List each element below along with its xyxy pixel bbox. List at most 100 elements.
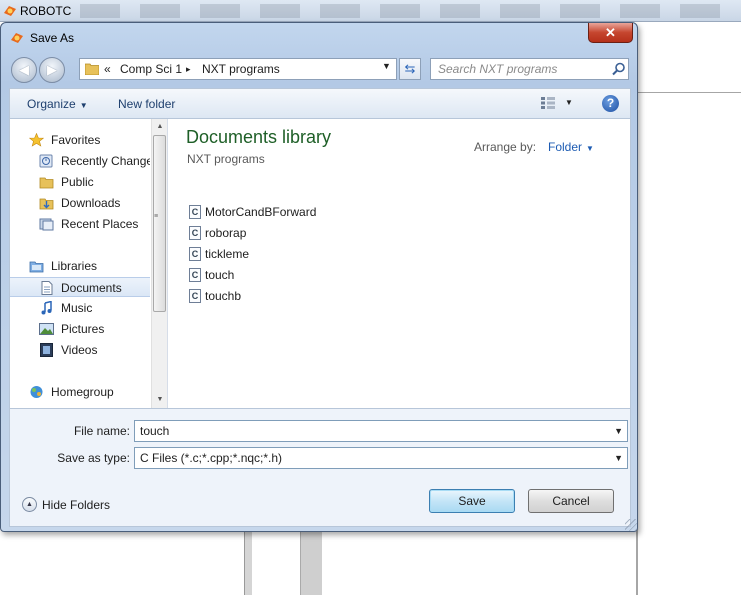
breadcrumb-nxt-programs[interactable]: NXT programs: [202, 62, 280, 76]
arrange-by-dropdown[interactable]: Folder ▼: [548, 140, 594, 154]
chevron-down-icon: ▼: [79, 101, 88, 110]
address-bar[interactable]: « Comp Sci 1 ▸ NXT programs ▼: [79, 58, 397, 80]
c-file-icon: C: [189, 205, 201, 219]
nav-item-favorites[interactable]: Favorites: [10, 130, 150, 150]
grip-icon: ≡: [154, 213, 159, 220]
recent-icon: [39, 154, 53, 168]
nav-item-homegroup[interactable]: Homegroup: [10, 382, 150, 402]
close-icon: ✕: [605, 25, 616, 40]
arrange-by-value: Folder: [548, 140, 583, 154]
save-type-label: Save as type:: [57, 451, 130, 465]
file-item-tickleme[interactable]: C tickleme: [189, 245, 389, 263]
nav-scrollbar[interactable]: ▲ ≡ ▼: [151, 119, 167, 408]
file-list-pane: Documents library NXT programs Arrange b…: [169, 119, 630, 408]
new-folder-button[interactable]: New folder: [118, 97, 175, 111]
nav-item-documents[interactable]: Documents: [10, 277, 150, 297]
scroll-down-icon[interactable]: ▼: [152, 392, 168, 408]
nav-label: Music: [61, 301, 93, 315]
file-name: touch: [205, 268, 235, 282]
app-titlebar-ghost: [80, 4, 720, 18]
nav-label: Libraries: [51, 259, 98, 273]
app-titlebar: ROBOTC: [0, 0, 741, 22]
save-button[interactable]: Save: [429, 489, 515, 513]
scroll-up-icon[interactable]: ▲: [152, 119, 168, 135]
app-scrollbar[interactable]: [300, 528, 322, 595]
nav-label: Public: [61, 175, 94, 189]
navigation-pane: Favorites Recently Changed Public Downlo…: [10, 119, 168, 408]
nav-item-public[interactable]: Public: [10, 172, 150, 192]
view-options-dropdown-icon[interactable]: ▼: [565, 98, 573, 107]
c-file-icon: C: [189, 226, 201, 240]
app-bottom-area: [0, 528, 244, 595]
file-item-touch[interactable]: C touch: [189, 266, 389, 284]
star-icon: [29, 133, 44, 147]
breadcrumb-comp-sci-1[interactable]: Comp Sci 1: [120, 62, 182, 76]
arrow-right-icon: ▶: [47, 62, 57, 77]
search-icon[interactable]: [612, 62, 626, 76]
breadcrumb-separator-icon[interactable]: ▸: [186, 64, 191, 75]
change-view-icon[interactable]: [540, 96, 556, 110]
save-type-select[interactable]: C Files (*.c;*.cpp;*.nqc;*.h) ▼: [134, 447, 628, 469]
nav-label: Downloads: [61, 196, 121, 210]
documents-icon: [41, 281, 53, 295]
breadcrumb-overflow[interactable]: «: [104, 62, 111, 76]
arrow-left-icon: ◀: [19, 62, 29, 77]
music-icon: [41, 301, 52, 315]
refresh-button[interactable]: ⇆: [399, 58, 421, 80]
folder-icon: [85, 63, 99, 75]
forward-button[interactable]: ▶: [39, 57, 65, 83]
nav-label: Favorites: [51, 133, 101, 147]
nav-item-pictures[interactable]: Pictures: [10, 319, 150, 339]
file-name: roborap: [205, 226, 247, 240]
save-as-dialog: Save As ✕ ◀ ▶ « Comp Sci 1 ▸ NXT program…: [0, 22, 638, 532]
nav-item-recent-places[interactable]: Recent Places: [10, 214, 150, 234]
address-dropdown-icon[interactable]: ▼: [382, 61, 391, 71]
nav-label: Videos: [61, 343, 98, 357]
nav-label: Homegroup: [51, 385, 114, 399]
nav-item-libraries[interactable]: Libraries: [10, 256, 150, 276]
videos-icon: [40, 343, 53, 357]
file-item-roborap[interactable]: C roborap: [189, 224, 389, 242]
nav-item-recently-changed[interactable]: Recently Changed: [10, 151, 150, 171]
folder-icon: [39, 177, 54, 189]
c-file-icon: C: [189, 289, 201, 303]
c-file-icon: C: [189, 247, 201, 261]
close-button[interactable]: ✕: [588, 23, 633, 43]
resize-grip[interactable]: [625, 519, 637, 531]
c-file-icon: C: [189, 268, 201, 282]
chevron-down-icon: ▼: [586, 144, 594, 153]
save-type-value: C Files (*.c;*.cpp;*.nqc;*.h): [140, 451, 283, 465]
app-splitter[interactable]: [244, 528, 252, 595]
dialog-title: Save As: [30, 31, 75, 45]
nav-label: Pictures: [61, 322, 105, 336]
file-name-value: touch: [140, 424, 170, 438]
nav-item-videos[interactable]: Videos: [10, 340, 150, 360]
app-editor-pane: [636, 92, 741, 595]
organize-button[interactable]: Organize ▼: [27, 97, 88, 111]
chevron-down-icon[interactable]: ▼: [614, 448, 623, 468]
search-input[interactable]: Search NXT programs: [430, 58, 629, 80]
recent-places-icon: [39, 218, 54, 231]
nav-label: Documents: [61, 281, 122, 295]
hide-folders-label: Hide Folders: [42, 498, 111, 512]
file-name-field[interactable]: touch ▼: [134, 420, 628, 442]
chevron-down-icon[interactable]: ▼: [614, 421, 623, 441]
help-icon[interactable]: ?: [602, 95, 619, 112]
nav-item-music[interactable]: Music: [10, 298, 150, 318]
cancel-button[interactable]: Cancel: [528, 489, 614, 513]
file-name-label: File name:: [73, 424, 130, 438]
robotc-dialog-icon: [11, 33, 23, 43]
homegroup-icon: [30, 386, 43, 398]
content-frame: Favorites Recently Changed Public Downlo…: [9, 118, 631, 409]
file-item-motorcandbforward[interactable]: C MotorCandBForward: [189, 203, 389, 221]
arrange-by-label: Arrange by:: [474, 140, 537, 154]
back-button[interactable]: ◀: [11, 57, 37, 83]
file-item-touchb[interactable]: C touchb: [189, 287, 389, 305]
refresh-icon: ⇆: [404, 61, 416, 76]
command-toolbar: Organize ▼ New folder ▼ ?: [9, 88, 631, 118]
nav-item-downloads[interactable]: Downloads: [10, 193, 150, 213]
downloads-icon: [39, 198, 54, 210]
scroll-thumb[interactable]: [153, 135, 166, 312]
pictures-icon: [39, 323, 54, 335]
file-name: MotorCandBForward: [205, 205, 317, 219]
